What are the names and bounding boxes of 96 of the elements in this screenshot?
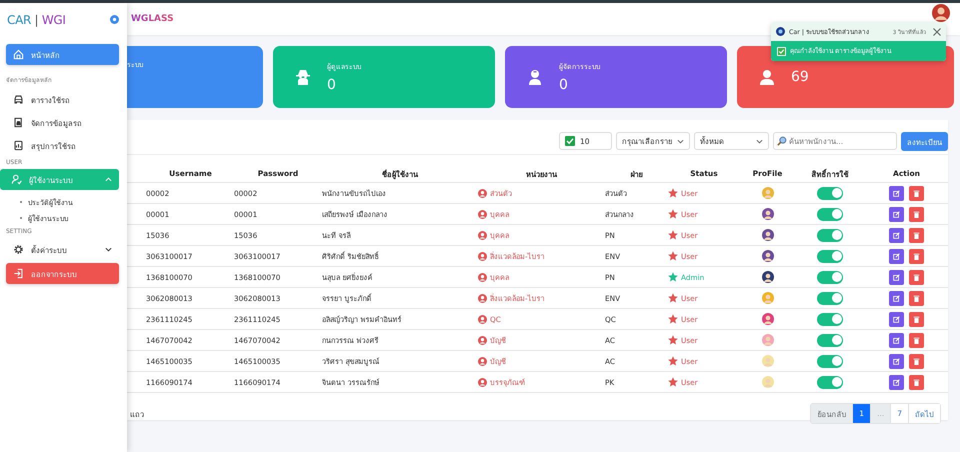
- card-value: 0: [559, 77, 569, 93]
- user-icon: [759, 69, 775, 85]
- avatar: [762, 355, 774, 367]
- user-circle-icon: [478, 378, 487, 386]
- edit-button[interactable]: [889, 248, 904, 264]
- chevron-down-icon: [756, 138, 763, 144]
- trash-icon: [913, 336, 920, 344]
- user-circle-icon: [478, 294, 487, 302]
- edit-button[interactable]: [889, 332, 904, 348]
- delete-button[interactable]: [909, 290, 924, 306]
- edit-icon: [893, 336, 900, 344]
- chevron-down-icon: [105, 247, 112, 252]
- delete-button[interactable]: [909, 312, 924, 326]
- brand-logo: CAR | WGI: [7, 13, 66, 27]
- toggle-switch[interactable]: [817, 250, 843, 262]
- toggle-switch[interactable]: [817, 292, 843, 304]
- trash-icon: [913, 252, 920, 260]
- trash-icon: [913, 358, 920, 364]
- user-avatar: [932, 4, 950, 22]
- home-icon: [13, 49, 24, 60]
- close-button[interactable]: [930, 28, 941, 36]
- logout-icon: [13, 268, 24, 279]
- toggle-switch[interactable]: [817, 228, 843, 242]
- checkbox-icon: [565, 136, 575, 146]
- trash-icon: [913, 274, 920, 280]
- toggle-switch[interactable]: [817, 186, 843, 200]
- user-nurse-icon: [527, 69, 543, 85]
- avatar: [762, 292, 774, 304]
- edit-icon: [893, 358, 900, 364]
- delete-button[interactable]: [909, 206, 924, 222]
- edit-icon: [893, 316, 900, 322]
- edit-icon: [893, 252, 900, 260]
- avatar: [762, 271, 774, 283]
- edit-button[interactable]: [889, 186, 904, 200]
- trash-icon: [913, 232, 920, 238]
- avatar: [762, 250, 774, 262]
- checkbox-icon: [777, 46, 786, 56]
- edit-button[interactable]: [889, 312, 904, 326]
- user-circle-icon: [478, 356, 487, 366]
- avatar: [762, 376, 774, 388]
- toggle-switch[interactable]: [817, 376, 843, 388]
- card-value: 0: [327, 77, 337, 93]
- app-logo-icon: [776, 27, 785, 36]
- user-circle-icon: [478, 272, 487, 282]
- report-icon: [13, 140, 24, 151]
- chevron-up-icon: [105, 177, 112, 182]
- toggle-switch[interactable]: [817, 312, 843, 326]
- user-circle-icon: [478, 336, 487, 344]
- edit-icon: [893, 294, 900, 302]
- avatar: [762, 208, 774, 220]
- card-value: 69: [791, 69, 809, 85]
- user-circle-icon: [478, 210, 487, 218]
- avatar: [762, 334, 774, 346]
- user-circle-icon: [478, 230, 487, 240]
- user-icon: [11, 174, 22, 185]
- avatar: [762, 313, 774, 325]
- edit-button[interactable]: [889, 374, 904, 390]
- user-circle-icon: [478, 252, 487, 260]
- close-icon: [933, 28, 941, 36]
- trash-icon: [913, 316, 920, 322]
- settings-icon: [13, 244, 24, 255]
- toggle-switch[interactable]: [817, 208, 843, 220]
- user-circle-icon: [478, 314, 487, 324]
- delete-button[interactable]: [909, 374, 924, 390]
- toggle-switch[interactable]: [817, 334, 843, 346]
- edit-button[interactable]: [889, 290, 904, 306]
- toggle-switch[interactable]: [817, 270, 843, 284]
- collapse-icon: [110, 14, 119, 24]
- delete-button[interactable]: [909, 228, 924, 242]
- edit-button[interactable]: [889, 206, 904, 222]
- chevron-down-icon: [677, 138, 684, 144]
- avatar: [762, 187, 774, 199]
- car-document-icon: [13, 117, 24, 128]
- delete-button[interactable]: [909, 332, 924, 348]
- edit-icon: [893, 378, 900, 386]
- edit-button[interactable]: [889, 270, 904, 284]
- delete-button[interactable]: [909, 354, 924, 368]
- search-icon: [777, 136, 787, 146]
- trash-icon: [913, 378, 920, 386]
- trash-icon: [913, 190, 920, 196]
- edit-button[interactable]: [889, 228, 904, 242]
- edit-icon: [893, 274, 900, 280]
- delete-button[interactable]: [909, 248, 924, 264]
- edit-icon: [893, 190, 900, 196]
- spy-icon: [295, 69, 311, 85]
- edit-icon: [893, 232, 900, 238]
- user-circle-icon: [478, 188, 487, 198]
- edit-button[interactable]: [889, 354, 904, 368]
- toggle-switch[interactable]: [817, 354, 843, 368]
- trash-icon: [913, 210, 920, 218]
- delete-button[interactable]: [909, 270, 924, 284]
- avatar: [762, 229, 774, 241]
- edit-icon: [893, 210, 900, 218]
- delete-button[interactable]: [909, 186, 924, 200]
- trash-icon: [913, 294, 920, 302]
- car-icon: [13, 94, 24, 105]
